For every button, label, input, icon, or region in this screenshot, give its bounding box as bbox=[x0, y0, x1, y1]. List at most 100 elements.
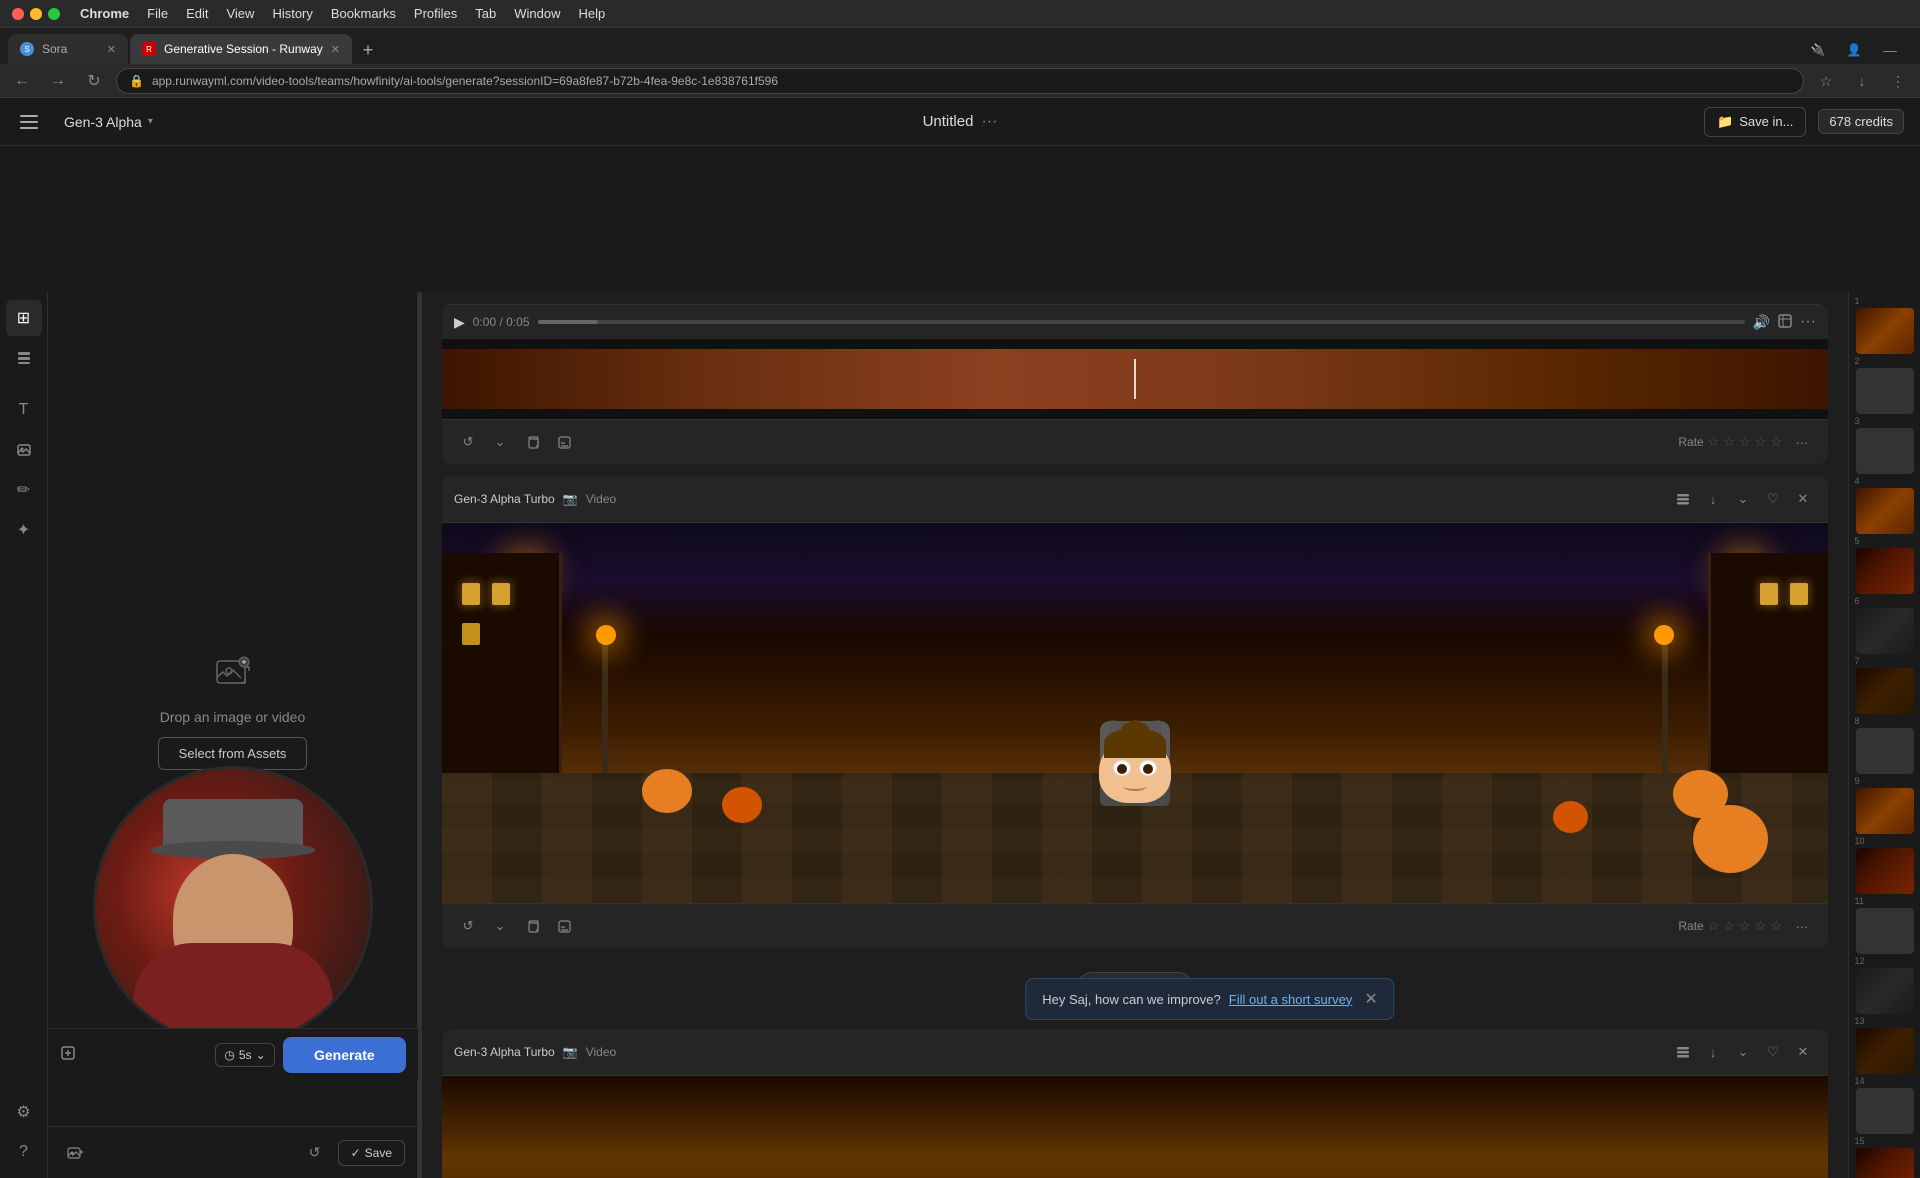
play-btn-top[interactable]: ▶ bbox=[454, 314, 465, 331]
rail-magic-icon[interactable]: ✦ bbox=[6, 512, 42, 548]
close-window-btn[interactable] bbox=[12, 8, 24, 20]
edit-btn-main[interactable] bbox=[550, 912, 578, 940]
star-2-main[interactable]: ☆ bbox=[1723, 918, 1735, 934]
duration-selector[interactable]: ◷ 5s ⌄ bbox=[215, 1043, 274, 1067]
thumb-item-10[interactable]: 10 bbox=[1855, 836, 1915, 894]
mac-menu-history[interactable]: History bbox=[272, 6, 312, 21]
volume-icon-top[interactable]: 🔊 bbox=[1753, 314, 1770, 331]
close-btn-main[interactable]: ✕ bbox=[1790, 486, 1816, 512]
mac-menu-chrome[interactable]: Chrome bbox=[80, 6, 129, 21]
select-assets-btn[interactable]: Select from Assets bbox=[158, 737, 308, 770]
rail-layers-icon[interactable] bbox=[6, 340, 42, 376]
browser-minimize-btn[interactable]: — bbox=[1876, 36, 1904, 64]
mac-menu-bookmarks[interactable]: Bookmarks bbox=[331, 6, 396, 21]
mac-menu-tab[interactable]: Tab bbox=[475, 6, 496, 21]
add-image-btn[interactable] bbox=[60, 1138, 90, 1168]
regenerate-btn-top[interactable]: ↺ bbox=[454, 428, 482, 456]
save-input-btn[interactable]: ✓ Save bbox=[338, 1140, 405, 1166]
list-view-btn-bottom[interactable] bbox=[1670, 1039, 1696, 1065]
thumb-item-3[interactable]: 3 bbox=[1855, 416, 1915, 474]
thumb-item-6[interactable]: 6 bbox=[1855, 596, 1915, 654]
thumb-img-1[interactable] bbox=[1856, 308, 1914, 354]
star-1-main[interactable]: ☆ bbox=[1708, 918, 1720, 934]
prompt-icon[interactable] bbox=[60, 1045, 76, 1064]
mac-menu-view[interactable]: View bbox=[226, 6, 254, 21]
browser-extension-btn[interactable]: 🔌 bbox=[1804, 36, 1832, 64]
browser-menu-btn[interactable]: ⋮ bbox=[1884, 67, 1912, 95]
nav-back-btn[interactable]: ← bbox=[8, 67, 36, 95]
address-bar[interactable]: 🔒 app.runwayml.com/video-tools/teams/how… bbox=[116, 68, 1804, 94]
thumb-img-15[interactable] bbox=[1856, 1148, 1914, 1178]
more-options-icon-top[interactable]: ··· bbox=[1800, 313, 1816, 331]
drop-zone[interactable]: Drop an image or video Select from Asset… bbox=[48, 292, 417, 1126]
star-3-top[interactable]: ☆ bbox=[1739, 434, 1751, 450]
download-chevron-main[interactable]: ⌄ bbox=[1730, 486, 1756, 512]
model-selector-btn[interactable]: Gen-3 Alpha ▾ bbox=[56, 110, 161, 134]
save-in-btn[interactable]: 📁 Save in... bbox=[1704, 107, 1806, 137]
download-btn[interactable]: ↓ bbox=[1848, 67, 1876, 95]
nav-reload-btn[interactable]: ↻ bbox=[80, 67, 108, 95]
tab-sora[interactable]: S Sora ✕ bbox=[8, 34, 128, 64]
survey-link[interactable]: Fill out a short survey bbox=[1229, 992, 1353, 1007]
maximize-window-btn[interactable] bbox=[48, 8, 60, 20]
refresh-btn[interactable]: ↺ bbox=[300, 1138, 330, 1168]
download-chevron-bottom[interactable]: ⌄ bbox=[1730, 1039, 1756, 1065]
thumb-item-12[interactable]: 12 bbox=[1855, 956, 1915, 1014]
thumb-item-2[interactable]: 2 bbox=[1855, 356, 1915, 414]
thumb-item-14[interactable]: 14 bbox=[1855, 1076, 1915, 1134]
thumb-img-3[interactable] bbox=[1856, 428, 1914, 474]
bookmark-btn[interactable]: ☆ bbox=[1812, 67, 1840, 95]
rail-text-icon[interactable]: T bbox=[6, 392, 42, 428]
thumb-img-11[interactable] bbox=[1856, 908, 1914, 954]
close-btn-bottom[interactable]: ✕ bbox=[1790, 1039, 1816, 1065]
star-5-top[interactable]: ☆ bbox=[1770, 434, 1782, 450]
star-4-top[interactable]: ☆ bbox=[1755, 434, 1767, 450]
expand-icon-top[interactable] bbox=[1778, 314, 1792, 331]
thumb-img-6[interactable] bbox=[1856, 608, 1914, 654]
star-4-main[interactable]: ☆ bbox=[1755, 918, 1767, 934]
thumb-img-8[interactable] bbox=[1856, 728, 1914, 774]
window-controls[interactable] bbox=[12, 8, 60, 20]
star-3-main[interactable]: ☆ bbox=[1739, 918, 1751, 934]
star-1-top[interactable]: ☆ bbox=[1708, 434, 1720, 450]
tab-runway[interactable]: R Generative Session - Runway ✕ bbox=[130, 34, 352, 64]
thumb-item-8[interactable]: 8 bbox=[1855, 716, 1915, 774]
progress-bar-top[interactable] bbox=[538, 320, 1745, 324]
generate-btn[interactable]: Generate bbox=[283, 1037, 406, 1073]
star-2-top[interactable]: ☆ bbox=[1723, 434, 1735, 450]
thumb-img-9[interactable] bbox=[1856, 788, 1914, 834]
thumb-img-4[interactable] bbox=[1856, 488, 1914, 534]
rail-help-icon[interactable]: ? bbox=[6, 1134, 42, 1170]
survey-close-btn[interactable]: ✕ bbox=[1364, 989, 1377, 1009]
thumb-item-4[interactable]: 4 bbox=[1855, 476, 1915, 534]
copy-btn-top[interactable] bbox=[518, 428, 546, 456]
rail-image-icon[interactable] bbox=[6, 432, 42, 468]
thumb-img-7[interactable] bbox=[1856, 668, 1914, 714]
thumb-item-9[interactable]: 9 bbox=[1855, 776, 1915, 834]
thumb-img-12[interactable] bbox=[1856, 968, 1914, 1014]
thumb-img-14[interactable] bbox=[1856, 1088, 1914, 1134]
thumb-item-7[interactable]: 7 bbox=[1855, 656, 1915, 714]
download-btn-main[interactable]: ↓ bbox=[1700, 486, 1726, 512]
list-view-btn[interactable] bbox=[1670, 486, 1696, 512]
thumb-img-13[interactable] bbox=[1856, 1028, 1914, 1074]
session-options-btn[interactable]: ··· bbox=[981, 113, 997, 131]
mac-menu-file[interactable]: File bbox=[147, 6, 168, 21]
more-card-btn-top[interactable]: ··· bbox=[1788, 428, 1816, 456]
heart-btn-main[interactable]: ♡ bbox=[1760, 486, 1786, 512]
rail-grid-icon[interactable]: ⊞ bbox=[6, 300, 42, 336]
mac-menu-profiles[interactable]: Profiles bbox=[414, 6, 457, 21]
thumb-img-2[interactable] bbox=[1856, 368, 1914, 414]
new-tab-btn[interactable]: + bbox=[354, 36, 382, 64]
hamburger-menu-btn[interactable] bbox=[16, 108, 44, 136]
download-btn-bottom[interactable]: ↓ bbox=[1700, 1039, 1726, 1065]
browser-profile-btn[interactable]: 👤 bbox=[1840, 36, 1868, 64]
more-card-btn-main[interactable]: ··· bbox=[1788, 912, 1816, 940]
thumb-item-11[interactable]: 11 bbox=[1855, 896, 1915, 954]
thumb-item-15[interactable]: 15 bbox=[1855, 1136, 1915, 1178]
mac-menu-help[interactable]: Help bbox=[579, 6, 606, 21]
regenerate-btn-main[interactable]: ↺ bbox=[454, 912, 482, 940]
thumb-img-5[interactable] bbox=[1856, 548, 1914, 594]
mac-menu-window[interactable]: Window bbox=[514, 6, 560, 21]
minimize-window-btn[interactable] bbox=[30, 8, 42, 20]
